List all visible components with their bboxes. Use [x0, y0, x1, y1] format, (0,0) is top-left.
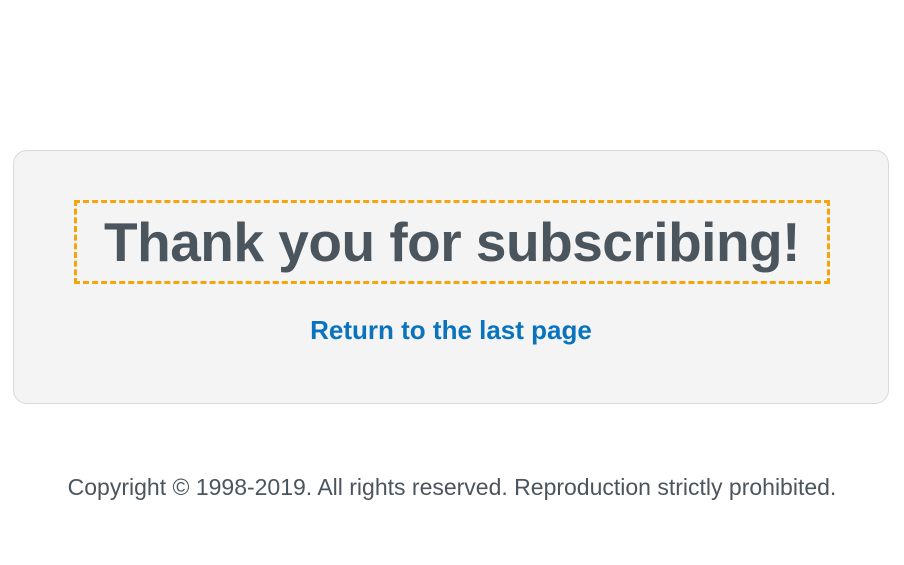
copyright-text: Copyright © 1998-2019. All rights reserv… [67, 474, 837, 500]
confirmation-card: Thank you for subscribing! Return to the… [13, 150, 889, 404]
page: Thank you for subscribing! Return to the… [0, 0, 904, 565]
return-to-last-page-link[interactable]: Return to the last page [14, 317, 888, 343]
heading-focus-outline: Thank you for subscribing! [74, 200, 830, 284]
page-title: Thank you for subscribing! [104, 210, 800, 273]
